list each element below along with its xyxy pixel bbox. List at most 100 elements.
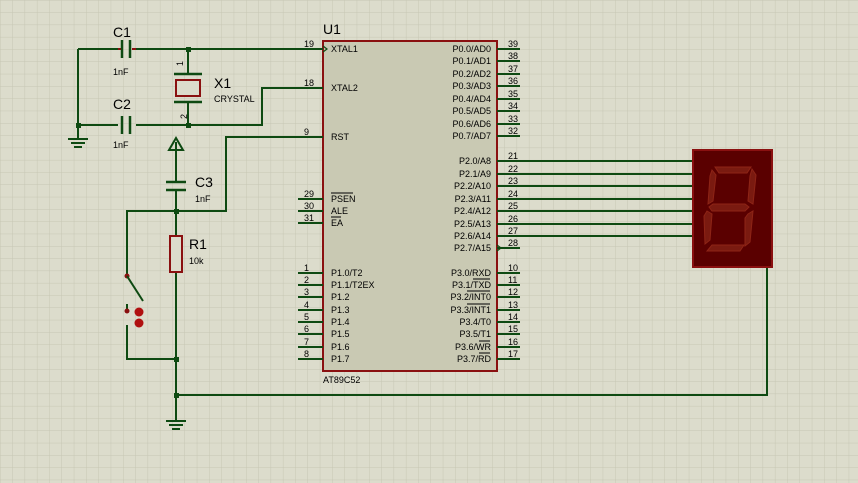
pin-name: P0.0/AD0 xyxy=(452,44,491,54)
c3-value: 1nF xyxy=(195,194,211,204)
pin-number: 26 xyxy=(508,214,518,224)
pin-number: 7 xyxy=(304,337,309,347)
switch-contact xyxy=(124,308,130,314)
pin-number: 29 xyxy=(304,189,314,199)
pin-name: P2.3/A11 xyxy=(455,194,491,204)
pin-name: P2.2/A10 xyxy=(454,181,491,191)
junction-dot xyxy=(174,393,179,398)
pin-name: P0.5/AD5 xyxy=(452,106,491,116)
pin-number: 33 xyxy=(508,114,518,124)
c1-ref: C1 xyxy=(113,24,131,40)
pin-name: P0.1/AD1 xyxy=(452,56,491,66)
switch-button-top xyxy=(134,307,144,317)
chip-part: AT89C52 xyxy=(323,375,360,385)
seven-segment-display[interactable] xyxy=(692,149,773,268)
junction-dot xyxy=(186,47,191,52)
pin-number: 38 xyxy=(508,51,518,61)
pin-number: 15 xyxy=(508,324,518,334)
pin-number: 17 xyxy=(508,349,518,359)
pin-number: 31 xyxy=(304,213,314,223)
pin-name: P3.2/INT0 xyxy=(450,292,491,302)
pin-number: 19 xyxy=(304,39,314,49)
pin-name: P2.1/A9 xyxy=(459,169,491,179)
pin-name: P2.0/A8 xyxy=(459,156,491,166)
pin-name: P2.4/A12 xyxy=(454,206,491,216)
pin-number: 12 xyxy=(508,287,518,297)
pin-name: P1.4 xyxy=(331,317,350,327)
pin-name: XTAL1 xyxy=(331,44,358,54)
pin-name: P1.0/T2 xyxy=(331,268,363,278)
pin-name: P3.4/T0 xyxy=(459,317,491,327)
pin-name: PSEN xyxy=(331,194,356,204)
pin-number: 28 xyxy=(508,238,518,248)
pin-name: P0.2/AD2 xyxy=(452,69,491,79)
pin-number: 22 xyxy=(508,164,518,174)
junction-dot xyxy=(174,209,179,214)
pin-name: P3.6/WR xyxy=(455,342,492,352)
pin-number: 39 xyxy=(508,39,518,49)
chip-u1[interactable]: U1 AT89C52 19 XTAL1 1 8 XTAL2 9 RST 29 PSEN 30 ALE… xyxy=(298,21,520,385)
pin-name: P2.6/A14 xyxy=(454,231,491,241)
pin-number: 4 xyxy=(304,300,309,310)
pin-number: 30 xyxy=(304,201,314,211)
pin-number: 14 xyxy=(508,312,518,322)
pin-name: P0.4/AD4 xyxy=(452,94,491,104)
pin-name: P2.7/A15 xyxy=(454,243,491,253)
pin-number: 6 xyxy=(304,324,309,334)
pin-name: ALE xyxy=(331,206,348,216)
pin-name: P1.3 xyxy=(331,305,350,315)
pin-name: P3.0/RXD xyxy=(451,268,492,278)
pin-name: P2.5/A13 xyxy=(454,219,491,229)
pin-number: 24 xyxy=(508,189,518,199)
pin-number: 16 xyxy=(508,337,518,347)
switch-button-bottom xyxy=(134,318,144,328)
pin-number: 23 xyxy=(508,176,518,186)
pin-name: P0.6/AD6 xyxy=(452,119,491,129)
pin-name: P3.7/RD xyxy=(457,354,492,364)
pin-number: 37 xyxy=(508,64,518,74)
segment-a xyxy=(714,166,752,174)
pin-name: P1.1/T2EX xyxy=(331,280,375,290)
pin-name: P0.3/AD3 xyxy=(452,81,491,91)
pin-number: 11 xyxy=(508,275,517,285)
pin-number: 9 xyxy=(304,127,309,137)
pin-number: 27 xyxy=(508,226,518,236)
c1-value: 1nF xyxy=(113,67,129,77)
pin-name: EA xyxy=(331,218,343,228)
pin-number: 25 xyxy=(508,201,518,211)
pin-name: P1.5 xyxy=(331,329,350,339)
pin-number: 21 xyxy=(508,151,518,161)
pin-number: 10 xyxy=(508,263,518,273)
pin-name: P3.3/INT1 xyxy=(450,305,491,315)
junction-dot xyxy=(174,357,179,362)
pin-name: P1.2 xyxy=(331,292,350,302)
schematic-canvas: C1 1nF C2 1nF C3 1nF X1 CRYSTAL 1 2 R1 1… xyxy=(0,0,858,483)
junction-dot xyxy=(76,123,81,128)
pin-number: 8 xyxy=(304,349,309,359)
r1-ref: R1 xyxy=(189,236,207,252)
pin-number: 32 xyxy=(508,126,518,136)
pin-number: 3 xyxy=(304,287,309,297)
segment-d xyxy=(705,244,745,252)
pin-name: RST xyxy=(331,132,350,142)
x1-ref: X1 xyxy=(214,75,231,91)
pin-number: 5 xyxy=(304,312,309,322)
pin-name: P1.6 xyxy=(331,342,350,352)
c2-ref: C2 xyxy=(113,96,131,112)
x1-pin2: 2 xyxy=(179,114,189,119)
chip-ref: U1 xyxy=(323,21,341,37)
pin-number: 13 xyxy=(508,300,518,310)
pin-name: P3.5/T1 xyxy=(459,329,491,339)
r1-value: 10k xyxy=(189,256,204,266)
c2-value: 1nF xyxy=(113,140,129,150)
pin-name: P1.7 xyxy=(331,354,350,364)
pin-number: 1 xyxy=(304,263,309,273)
pin-name: XTAL2 xyxy=(331,83,358,93)
x1-pin1: 1 xyxy=(175,61,185,66)
pin-number: 34 xyxy=(508,101,518,111)
pin-name: P3.1/TXD xyxy=(452,280,492,290)
pin-number: 2 xyxy=(304,275,309,285)
x1-value: CRYSTAL xyxy=(214,94,255,104)
segment-g xyxy=(708,203,750,212)
pin-number: 35 xyxy=(508,89,518,99)
